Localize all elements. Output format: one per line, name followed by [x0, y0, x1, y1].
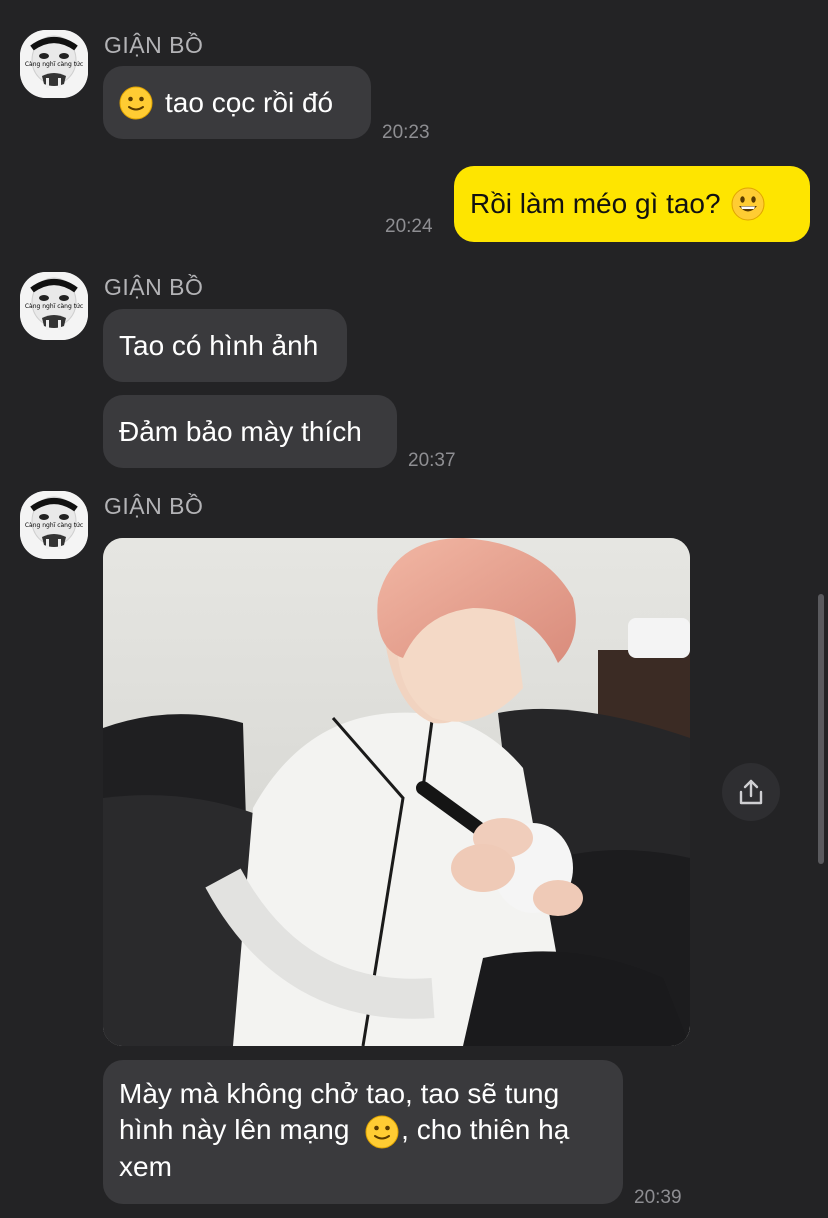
- slightly-smiling-face-icon: [365, 1115, 399, 1149]
- avatar[interactable]: Càng nghĩ càng tức: [20, 30, 88, 98]
- message-bubble[interactable]: Mày mà không chở tao, tao sẽ tung hình n…: [103, 1060, 623, 1204]
- svg-text:Càng nghĩ càng tức: Càng nghĩ càng tức: [25, 522, 83, 529]
- scrollbar[interactable]: [818, 594, 824, 864]
- photo-image-icon: [103, 538, 690, 1046]
- timestamp: 20:37: [408, 450, 456, 471]
- message-bubble[interactable]: Tao có hình ảnh: [103, 309, 347, 382]
- slightly-smiling-face-icon: [119, 86, 153, 120]
- avatar[interactable]: Càng nghĩ càng tức: [20, 272, 88, 340]
- timestamp: 20:24: [385, 216, 433, 237]
- meme-face-icon: Càng nghĩ càng tức: [20, 491, 88, 559]
- message-text-line: xem: [119, 1150, 172, 1182]
- meme-face-icon: Càng nghĩ càng tức: [20, 30, 88, 98]
- message-bubble[interactable]: Đảm bảo mày thích: [103, 395, 397, 468]
- share-button[interactable]: [722, 763, 780, 821]
- sender-name: GIẬN BỒ: [104, 493, 204, 519]
- timestamp: 20:39: [634, 1187, 682, 1208]
- message-bubble[interactable]: tao cọc rồi đó: [103, 66, 371, 139]
- message-text-line: Mày mà không chở tao, tao sẽ tung: [119, 1078, 560, 1109]
- photo-message[interactable]: [103, 538, 690, 1046]
- share-icon: [739, 779, 763, 805]
- message-text: Rồi làm méo gì tao?: [470, 188, 721, 219]
- chat-screen: Càng nghĩ càng tức GIẬN BỒ tao cọc rồi đ…: [0, 0, 828, 1218]
- message-text: Tao có hình ảnh: [119, 329, 319, 361]
- message-text: tao cọc rồi đó: [165, 86, 334, 118]
- message-text-line: hình này lên mạng , cho thiên hạ: [119, 1112, 607, 1149]
- outgoing-message-bubble[interactable]: Rồi làm méo gì tao?: [454, 166, 810, 242]
- grinning-face-icon: [731, 187, 765, 221]
- meme-face-icon: Càng nghĩ càng tức: [20, 272, 88, 340]
- sender-name: GIẬN BỒ: [104, 32, 204, 58]
- svg-text:Càng nghĩ càng tức: Càng nghĩ càng tức: [25, 303, 83, 310]
- svg-text:Càng nghĩ càng tức: Càng nghĩ càng tức: [25, 61, 83, 68]
- message-text: Đảm bảo mày thích: [119, 415, 362, 447]
- avatar[interactable]: Càng nghĩ càng tức: [20, 491, 88, 559]
- timestamp: 20:23: [382, 122, 430, 143]
- sender-name: GIẬN BỒ: [104, 274, 204, 300]
- message-text-segment: hình này lên mạng: [119, 1114, 350, 1145]
- message-text-segment: , cho thiên hạ: [401, 1114, 570, 1145]
